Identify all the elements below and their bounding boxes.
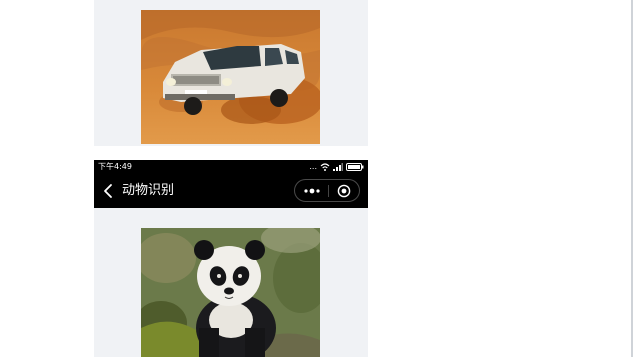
phone-screen-2: 下午4:49 ... 动物识别	[94, 160, 368, 357]
window-edge	[631, 0, 633, 357]
capsule-divider	[328, 185, 329, 197]
status-bar: 下午4:49 ...	[94, 160, 368, 174]
status-time: 下午4:49	[98, 162, 132, 171]
battery-icon	[346, 163, 364, 171]
back-icon[interactable]	[102, 183, 114, 199]
panda-photo	[141, 228, 320, 357]
cellular-signal-icon	[333, 163, 343, 171]
phone-screen-1	[94, 0, 368, 146]
miniprogram-capsule	[294, 179, 360, 202]
status-icons: ...	[309, 162, 364, 172]
close-miniprogram-icon[interactable]	[337, 184, 351, 198]
nav-bar: 动物识别	[94, 174, 368, 208]
panda-icon	[141, 228, 320, 357]
signal-dots: ...	[309, 162, 317, 171]
suv-in-desert-icon	[141, 10, 320, 144]
more-icon[interactable]	[302, 185, 322, 197]
wifi-icon	[320, 163, 330, 171]
car-photo	[141, 10, 320, 144]
page-title: 动物识别	[122, 183, 175, 198]
